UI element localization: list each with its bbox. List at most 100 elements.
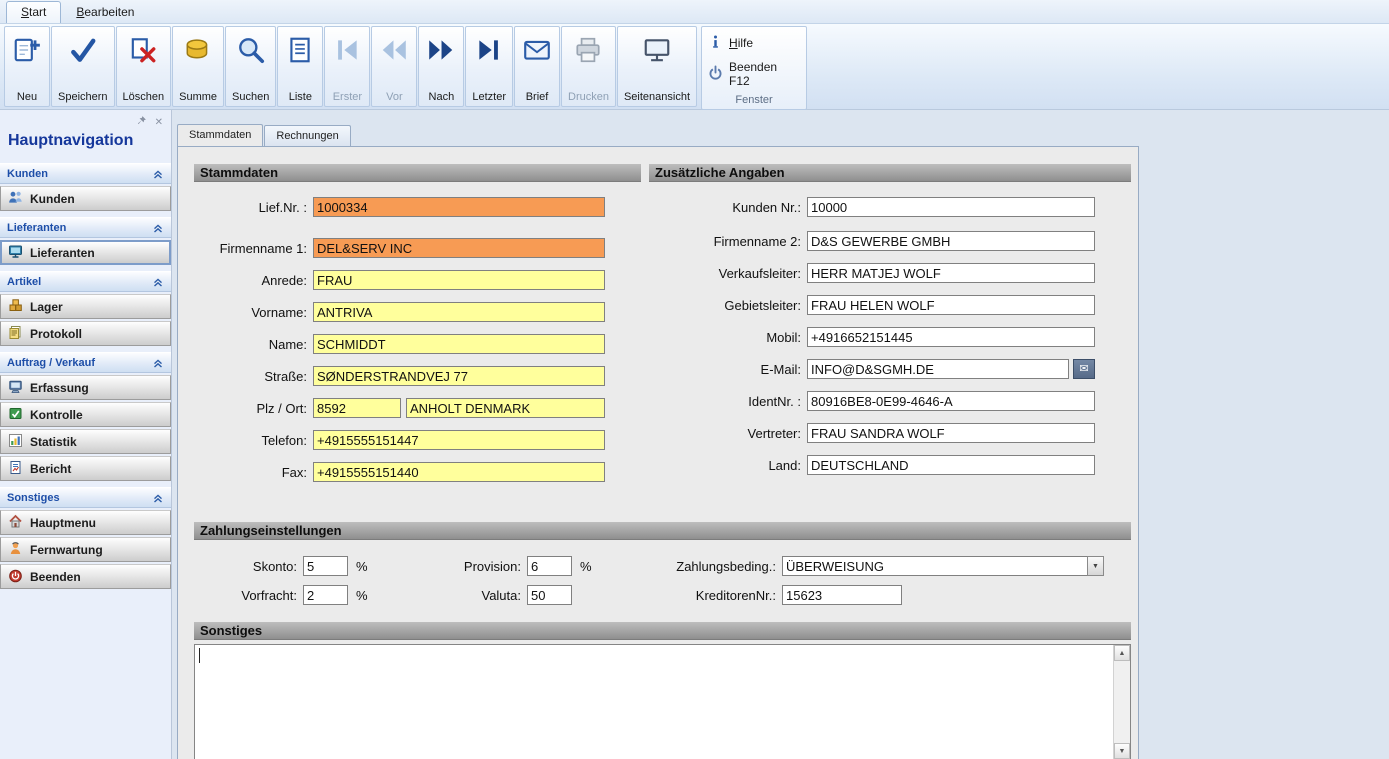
plz-input[interactable] <box>313 398 401 418</box>
firmenname1-input[interactable] <box>313 238 605 258</box>
sidebar-item-lager[interactable]: Lager <box>0 294 171 319</box>
sidebar-item-hauptmenu[interactable]: Hauptmenu <box>0 510 171 535</box>
email-input[interactable] <box>807 359 1069 379</box>
group-label: Sonstiges <box>7 492 60 504</box>
zahlungsbedingung-select[interactable]: ▼ <box>782 556 1104 576</box>
button-label: Liste <box>289 91 312 103</box>
kreditoren-nr-label: KreditorenNr.: <box>594 588 782 603</box>
anrede-label: Anrede: <box>194 273 313 288</box>
liste-button[interactable]: Liste <box>277 26 323 107</box>
tab-stammdaten[interactable]: Stammdaten <box>177 124 263 146</box>
vertical-scrollbar[interactable]: ▲ ▼ <box>1113 645 1130 759</box>
neu-button[interactable]: Neu <box>4 26 50 107</box>
zahlungsbedingung-label: Zahlungsbeding.: <box>594 559 782 574</box>
sidebar-item-kontrolle[interactable]: Kontrolle <box>0 402 171 427</box>
first-record-icon <box>332 35 362 70</box>
letzter-button[interactable]: Letzter <box>465 26 513 107</box>
zahlungsbedingung-input[interactable] <box>782 556 1087 576</box>
email-send-icon[interactable]: ✉ <box>1073 359 1095 379</box>
button-label: Speichern <box>58 91 108 103</box>
main-area: Stammdaten Rechnungen Stammdaten Lief.Nr… <box>172 110 1389 759</box>
suchen-button[interactable]: Suchen <box>225 26 276 107</box>
summe-button[interactable]: Summe <box>172 26 224 107</box>
firmenname2-label: Firmenname 2: <box>649 234 807 249</box>
drucken-button[interactable]: Drucken <box>561 26 616 107</box>
lief-nr-input[interactable] <box>313 197 605 217</box>
beenden-f12-button[interactable]: Beenden F12 <box>706 56 802 92</box>
anrede-input[interactable] <box>313 270 605 290</box>
pin-icon[interactable] <box>136 115 147 129</box>
sidebar-group-header-sonstiges[interactable]: Sonstiges <box>0 487 171 508</box>
skonto-input[interactable] <box>303 556 348 576</box>
ort-input[interactable] <box>406 398 605 418</box>
warehouse-icon <box>8 298 23 316</box>
ident-nr-label: IdentNr. : <box>649 394 807 409</box>
sidebar-item-fernwartung[interactable]: Fernwartung <box>0 537 171 562</box>
kreditoren-nr-input[interactable] <box>782 585 902 605</box>
item-label: Kontrolle <box>30 408 83 422</box>
land-input[interactable] <box>807 455 1095 475</box>
sidebar-item-beenden[interactable]: Beenden <box>0 564 171 589</box>
chevron-up-icon <box>152 492 164 504</box>
verkaufsleiter-input[interactable] <box>807 263 1095 283</box>
gebietsleiter-input[interactable] <box>807 295 1095 315</box>
loeschen-button[interactable]: Löschen <box>116 26 172 107</box>
sonstiges-section: Sonstiges ▲ ▼ <box>194 622 1131 759</box>
speichern-button[interactable]: Speichern <box>51 26 115 107</box>
fax-input[interactable] <box>313 462 605 482</box>
vorname-input[interactable] <box>313 302 605 322</box>
sidebar-item-protokoll[interactable]: Protokoll <box>0 321 171 346</box>
chevron-up-icon <box>152 168 164 180</box>
item-label: Hauptmenu <box>30 516 96 530</box>
sidebar-item-lieferanten[interactable]: Lieferanten <box>0 240 171 265</box>
vor-button[interactable]: Vor <box>371 26 417 107</box>
dropdown-arrow-icon[interactable]: ▼ <box>1087 556 1104 576</box>
item-label: Fernwartung <box>30 543 103 557</box>
brief-button[interactable]: Brief <box>514 26 560 107</box>
ribbon-tab-bearbeiten[interactable]: Bearbeiten <box>61 1 149 23</box>
vorfracht-input[interactable] <box>303 585 348 605</box>
vertreter-input[interactable] <box>807 423 1095 443</box>
sidebar-item-erfassung[interactable]: Erfassung <box>0 375 171 400</box>
section-header-sonstiges: Sonstiges <box>194 622 1131 640</box>
sidebar-window-controls: ✕ <box>0 114 171 130</box>
sidebar-title: Hauptnavigation <box>0 130 171 157</box>
sidebar-group-header-kunden[interactable]: Kunden <box>0 163 171 184</box>
sidebar-item-statistik[interactable]: Statistik <box>0 429 171 454</box>
erster-button[interactable]: Erster <box>324 26 370 107</box>
firmenname2-input[interactable] <box>807 231 1095 251</box>
ribbon-tab-start[interactable]: Start <box>6 1 61 23</box>
ribbon-tab-strip: Start Bearbeiten <box>0 0 1389 24</box>
button-label: Letzter <box>472 91 506 103</box>
hilfe-button[interactable]: Hilfe <box>706 30 802 56</box>
sidebar-group-header-artikel[interactable]: Artikel <box>0 271 171 292</box>
sonstiges-textarea[interactable] <box>195 645 1113 759</box>
name-input[interactable] <box>313 334 605 354</box>
ident-nr-input[interactable] <box>807 391 1095 411</box>
item-label: Kunden <box>30 192 75 206</box>
provision-input[interactable] <box>527 556 572 576</box>
tab-rechnungen[interactable]: Rechnungen <box>264 125 350 146</box>
strasse-input[interactable] <box>313 366 605 386</box>
vertreter-label: Vertreter: <box>649 426 807 441</box>
sidebar-item-kunden[interactable]: Kunden <box>0 186 171 211</box>
sidebar-item-bericht[interactable]: Bericht <box>0 456 171 481</box>
stammdaten-section: Stammdaten Lief.Nr. : Firmenname 1: Anre… <box>194 164 641 494</box>
close-icon[interactable]: ✕ <box>155 117 163 128</box>
seitenansicht-button[interactable]: Seitenansicht <box>617 26 697 107</box>
scroll-up-icon[interactable]: ▲ <box>1114 645 1130 661</box>
telefon-input[interactable] <box>313 430 605 450</box>
entry-icon <box>8 379 23 397</box>
kunden-nr-input[interactable] <box>807 197 1095 217</box>
section-header-stammdaten: Stammdaten <box>194 164 641 182</box>
mobil-input[interactable] <box>807 327 1095 347</box>
last-record-icon <box>474 35 504 70</box>
nach-button[interactable]: Nach <box>418 26 464 107</box>
sonstiges-box: ▲ ▼ <box>194 644 1131 759</box>
sidebar-group-header-auftrag-verkauf[interactable]: Auftrag / Verkauf <box>0 352 171 373</box>
valuta-input[interactable] <box>527 585 572 605</box>
scroll-down-icon[interactable]: ▼ <box>1114 743 1130 759</box>
sidebar-group-header-lieferanten[interactable]: Lieferanten <box>0 217 171 238</box>
previous-record-icon <box>379 35 409 70</box>
mainmenu-icon <box>8 514 23 532</box>
